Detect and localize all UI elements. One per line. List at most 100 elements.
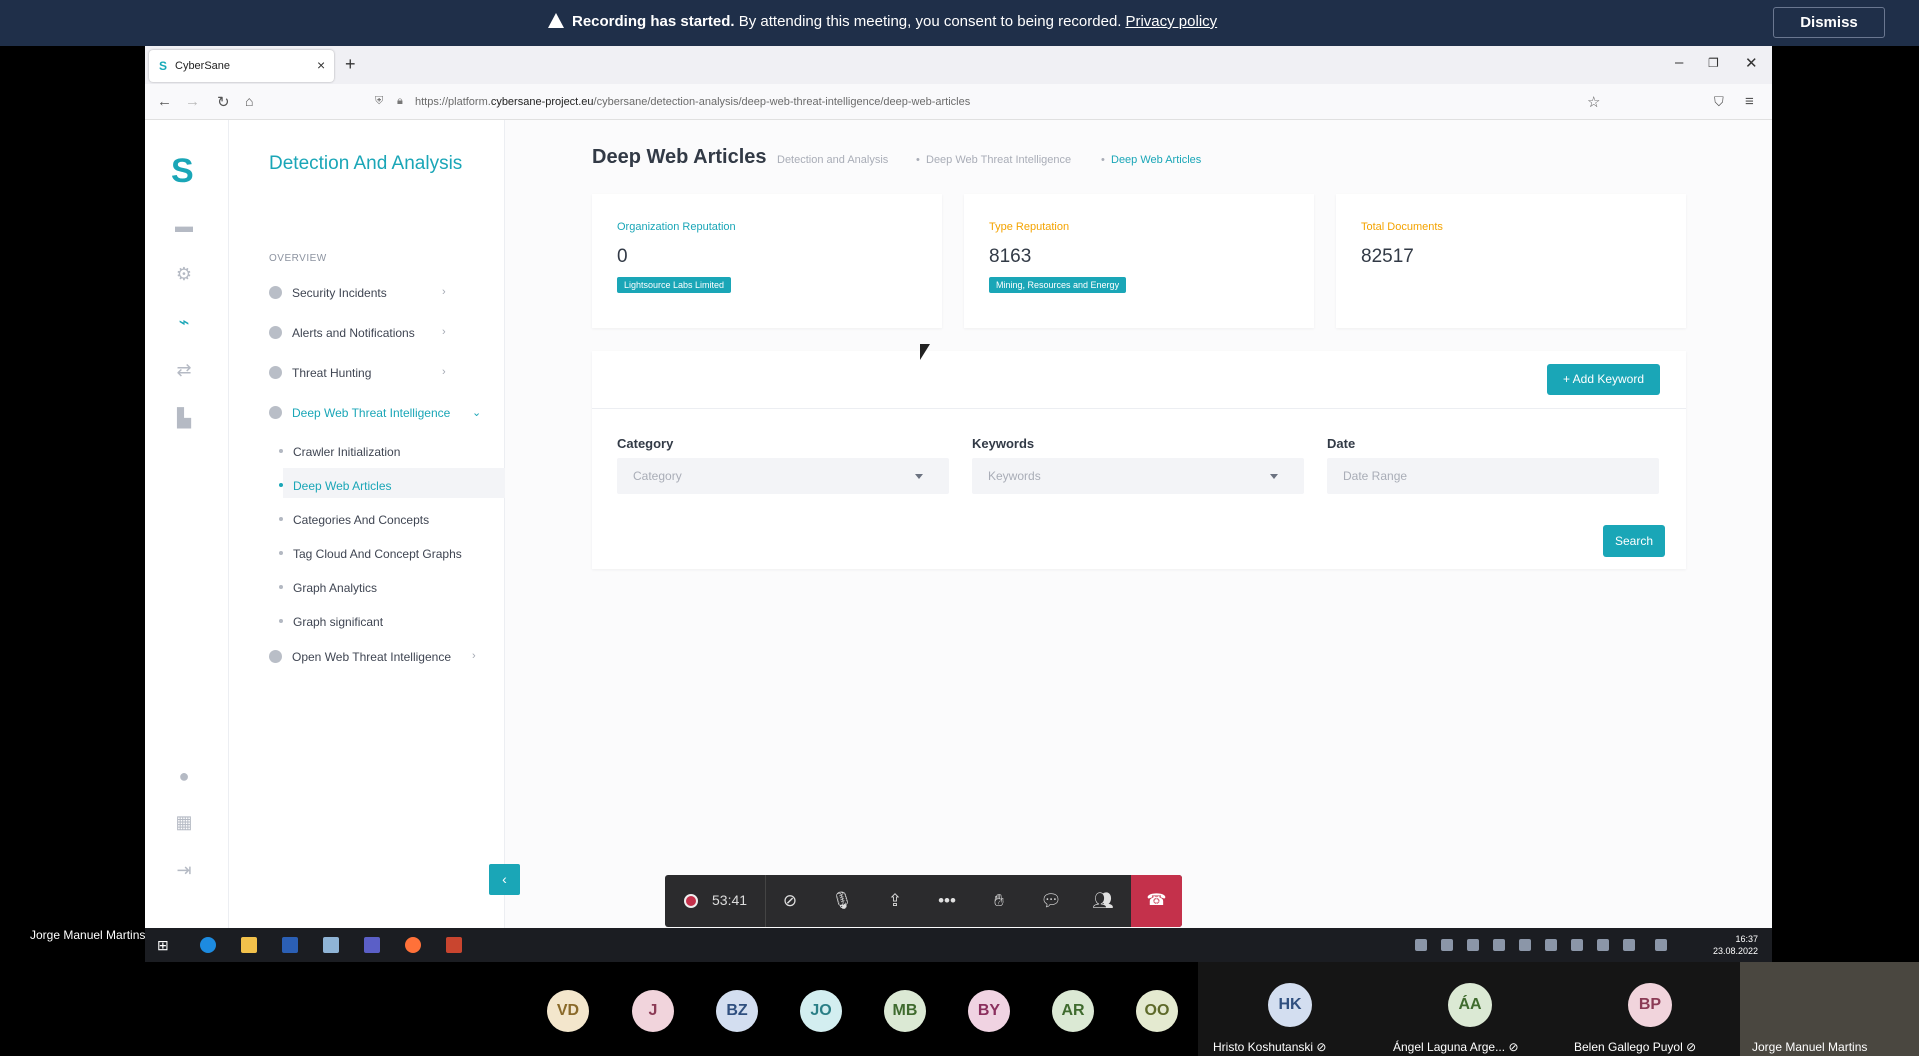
privacy-policy-link[interactable]: Privacy policy bbox=[1125, 13, 1217, 30]
subnav-crawler-initialization[interactable]: Crawler Initialization bbox=[279, 445, 400, 459]
mic-off-icon: ⊘ bbox=[1316, 1040, 1327, 1054]
participant-avatar: ÁA bbox=[1448, 983, 1492, 1027]
chevron-down-icon: ⌄ bbox=[472, 407, 482, 419]
nav-threat-hunting[interactable]: Threat Hunting › bbox=[269, 366, 446, 380]
new-tab-icon[interactable]: + bbox=[345, 54, 356, 75]
url-text: https://platform.cybersane-project.eu/cy… bbox=[415, 96, 971, 108]
browser-tab[interactable]: S CyberSane × bbox=[149, 50, 334, 82]
participant-avatar[interactable]: BY bbox=[968, 990, 1010, 1032]
firefox-icon[interactable] bbox=[405, 937, 421, 953]
side-panel: Detection And Analysis OVERVIEW Security… bbox=[229, 120, 505, 928]
share-screen-icon[interactable]: ⇪ bbox=[883, 889, 907, 913]
caret-down-icon bbox=[915, 474, 923, 479]
participant-avatar[interactable]: AR bbox=[1052, 990, 1094, 1032]
cybersane-logo-icon[interactable]: S bbox=[171, 152, 194, 191]
card-tag: Lightsource Labs Limited bbox=[617, 277, 732, 293]
participant-avatar[interactable]: J bbox=[632, 990, 674, 1032]
tray-icon[interactable] bbox=[1571, 939, 1583, 951]
overview-label: OVERVIEW bbox=[269, 253, 327, 264]
card-tag: Mining, Resources and Energy bbox=[989, 277, 1127, 293]
tray-icon[interactable] bbox=[1441, 939, 1453, 951]
tray-icon[interactable] bbox=[1545, 939, 1557, 951]
forward-icon[interactable]: → bbox=[185, 93, 200, 110]
collapse-sidebar-button[interactable]: ‹ bbox=[489, 864, 520, 895]
reload-icon[interactable]: ↻ bbox=[217, 93, 230, 111]
dismiss-button[interactable]: Dismiss bbox=[1773, 7, 1885, 38]
date-range-input[interactable]: Date Range bbox=[1327, 458, 1659, 494]
taskbar-clock[interactable]: 16:37 23.08.2022 bbox=[1713, 933, 1758, 957]
tray-icon[interactable] bbox=[1415, 939, 1427, 951]
participant-avatar[interactable]: BZ bbox=[716, 990, 758, 1032]
word-icon[interactable] bbox=[282, 937, 298, 953]
tray-icon[interactable] bbox=[1493, 939, 1505, 951]
search-button[interactable]: Search bbox=[1603, 525, 1665, 557]
network-icon[interactable] bbox=[1597, 939, 1609, 951]
close-window-icon[interactable]: ✕ bbox=[1745, 54, 1758, 72]
icon-rail: S ▬ ⚙ ⌁ ⇄ ▙ ● ▦ ⇥ bbox=[145, 120, 229, 928]
start-icon[interactable]: ⊞ bbox=[157, 937, 169, 954]
address-bar[interactable]: ⛨ 🔒︎ https://platform.cybersane-project.… bbox=[375, 89, 1525, 115]
mic-off-icon[interactable]: 🎙︎ bbox=[830, 889, 854, 913]
nav-security-incidents[interactable]: Security Incidents › bbox=[269, 286, 446, 300]
tab-title: CyberSane bbox=[175, 60, 231, 72]
home-icon[interactable]: ⌂ bbox=[245, 93, 253, 109]
more-options-icon[interactable]: ••• bbox=[935, 889, 959, 913]
building-icon[interactable]: ▦ bbox=[172, 812, 196, 836]
total-documents-card: Total Documents 82517 bbox=[1336, 194, 1686, 328]
pen-icon[interactable] bbox=[1655, 939, 1667, 951]
transfer-icon[interactable]: ⇄ bbox=[172, 360, 196, 384]
chevron-right-icon: › bbox=[442, 326, 446, 338]
edge-icon[interactable] bbox=[200, 937, 216, 953]
chat-icon[interactable]: 💬︎ bbox=[1039, 889, 1063, 913]
restore-icon[interactable]: ❐ bbox=[1708, 56, 1719, 70]
nav-open-web-threat-intelligence[interactable]: Open Web Threat Intelligence › bbox=[269, 650, 476, 664]
keywords-label: Keywords bbox=[972, 436, 1035, 451]
page-title: Deep Web Articles bbox=[592, 146, 767, 168]
raise-hand-icon[interactable]: ✋︎ bbox=[987, 889, 1011, 913]
participant-avatar[interactable]: MB bbox=[884, 990, 926, 1032]
subnav-deep-web-articles[interactable]: Deep Web Articles bbox=[279, 479, 392, 493]
banner-message: Recording has started. By attending this… bbox=[548, 13, 1217, 30]
subnav-tag-cloud[interactable]: Tag Cloud And Concept Graphs bbox=[279, 547, 462, 561]
add-keyword-button[interactable]: + Add Keyword bbox=[1547, 364, 1660, 395]
subnav-graph-significant[interactable]: Graph significant bbox=[279, 615, 383, 629]
participant-avatar[interactable]: VD bbox=[547, 990, 589, 1032]
close-tab-icon[interactable]: × bbox=[317, 57, 325, 73]
file-explorer-icon[interactable] bbox=[241, 937, 257, 953]
nav-alerts-notifications[interactable]: Alerts and Notifications › bbox=[269, 326, 446, 340]
type-reputation-card: Type Reputation 8163 Mining, Resources a… bbox=[964, 194, 1314, 328]
info-icon bbox=[269, 326, 282, 339]
chart-icon[interactable]: ▙ bbox=[172, 408, 196, 432]
menu-icon[interactable]: ≡ bbox=[1745, 93, 1754, 110]
dashboard-icon[interactable]: ▬ bbox=[172, 216, 196, 240]
participants-icon[interactable]: 👥︎ bbox=[1091, 889, 1115, 913]
subnav-graph-analytics[interactable]: Graph Analytics bbox=[279, 581, 377, 595]
camera-off-icon[interactable]: ⊘ bbox=[778, 889, 802, 913]
logout-icon[interactable]: ⇥ bbox=[172, 860, 196, 884]
user-icon[interactable]: ● bbox=[172, 766, 196, 790]
back-icon[interactable]: ← bbox=[157, 93, 172, 110]
nav-deep-web-threat-intelligence[interactable]: Deep Web Threat Intelligence ⌄ bbox=[269, 406, 481, 420]
breadcrumb-detection[interactable]: Detection and Analysis bbox=[777, 154, 888, 166]
minimize-icon[interactable]: – bbox=[1675, 54, 1683, 71]
participant-avatar[interactable]: JO bbox=[800, 990, 842, 1032]
settings-icon[interactable]: ⚙ bbox=[172, 264, 196, 288]
activity-icon[interactable]: ⌁ bbox=[172, 312, 196, 336]
tray-icon[interactable] bbox=[1519, 939, 1531, 951]
date-label: Date bbox=[1327, 436, 1356, 451]
browser-window: S CyberSane × + – ❐ ✕ ← → ↻ ⌂ ⛨ 🔒︎ https… bbox=[145, 46, 1772, 928]
powerpoint-icon[interactable] bbox=[446, 937, 462, 953]
breadcrumb-deep-web-ti[interactable]: Deep Web Threat Intelligence bbox=[926, 154, 1071, 166]
bookmark-star-icon[interactable]: ☆ bbox=[1587, 93, 1600, 111]
category-select[interactable]: Category bbox=[617, 458, 949, 494]
participant-avatar[interactable]: OO bbox=[1136, 990, 1178, 1032]
app-icon[interactable] bbox=[323, 937, 339, 953]
subnav-categories-concepts[interactable]: Categories And Concepts bbox=[279, 513, 429, 527]
volume-icon[interactable] bbox=[1623, 939, 1635, 951]
hang-up-button[interactable]: ☎ bbox=[1131, 875, 1182, 927]
tray-icon[interactable] bbox=[1467, 939, 1479, 951]
teams-icon[interactable] bbox=[364, 937, 380, 953]
call-timer: 53:41 bbox=[712, 892, 748, 908]
keywords-select[interactable]: Keywords bbox=[972, 458, 1304, 494]
pocket-icon[interactable]: ⛉ bbox=[1714, 94, 1724, 110]
